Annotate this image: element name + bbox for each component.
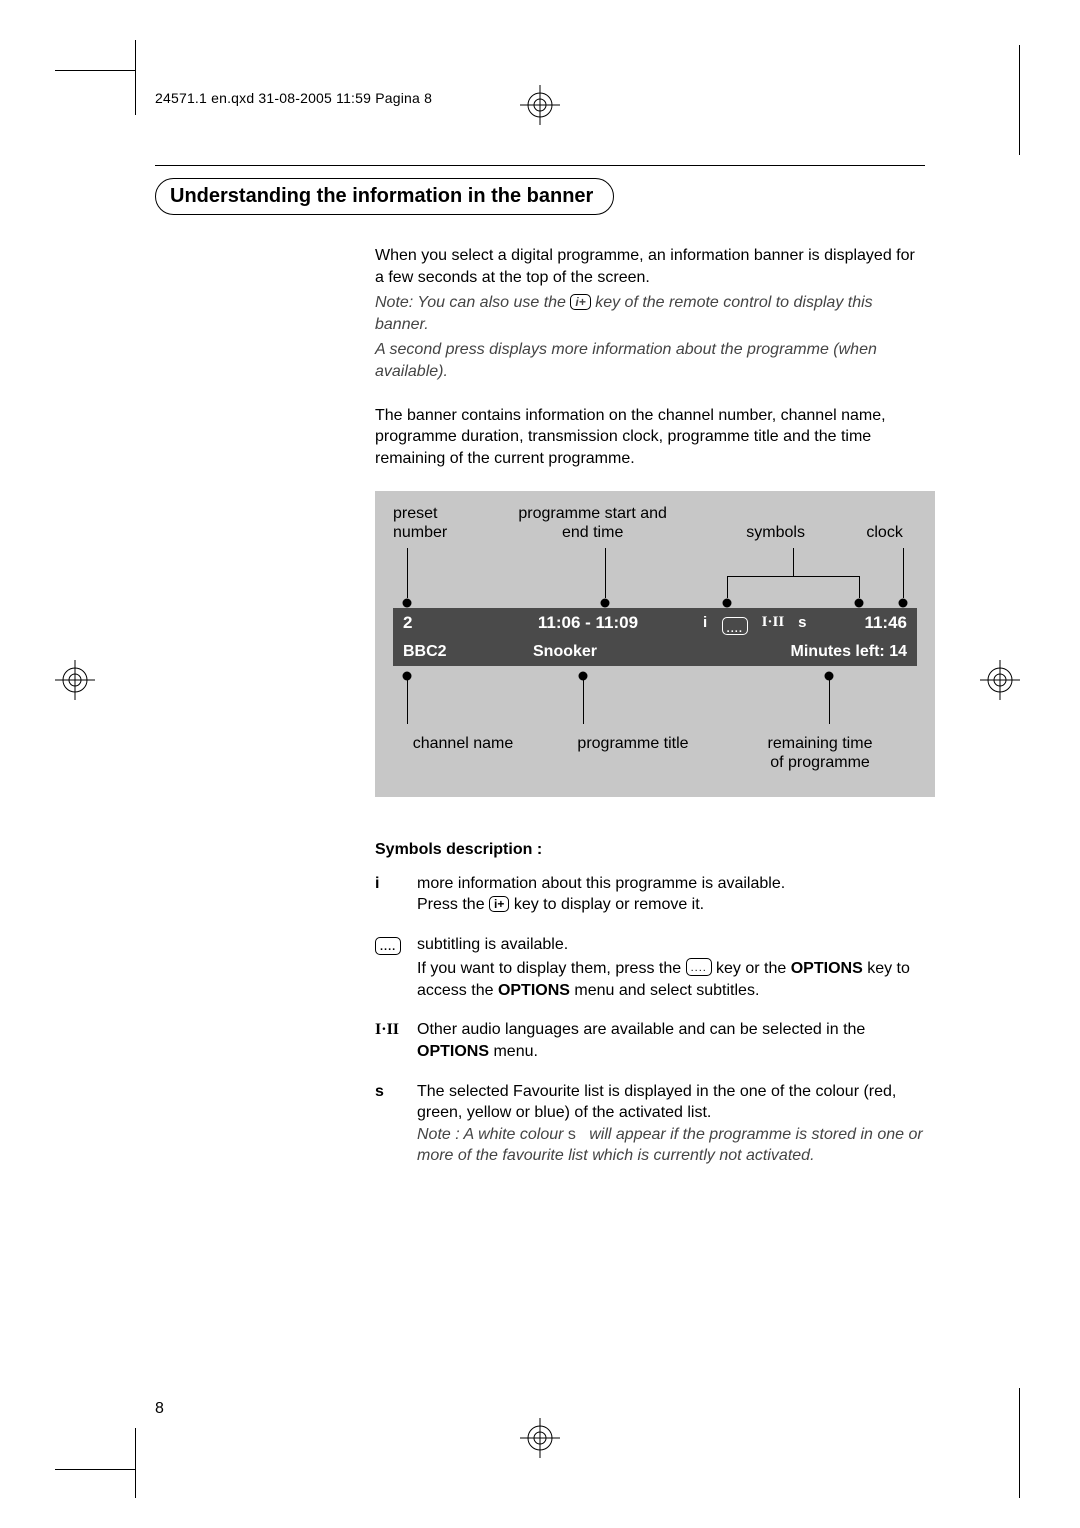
trim-line [1019, 1388, 1020, 1498]
symbol-subtitle-desc: subtitling is available. If you want to … [417, 934, 935, 1002]
label-symbols: symbols [746, 524, 805, 542]
label-preset: preset number [393, 505, 476, 542]
banner-remaining: Minutes left: 14 [733, 643, 917, 661]
text: If you want to display them, press the [417, 960, 686, 977]
note-text: Note : A white colour [417, 1126, 568, 1143]
banner-figure: preset number programme start and end ti… [375, 491, 935, 796]
i-plus-icon: i+ [489, 896, 509, 912]
symbol-subtitle-label [375, 934, 417, 1002]
banner-sym-s: s [798, 614, 807, 632]
trim-line [135, 40, 136, 115]
text: more information about this programme is… [417, 875, 785, 892]
connector-lines-bottom [393, 670, 917, 730]
trim-line [1019, 45, 1020, 155]
label-remaining-2: of programme [770, 754, 870, 771]
text-bold: OPTIONS [498, 982, 570, 999]
banner-title: Snooker [533, 643, 733, 661]
subtitle-icon [722, 617, 748, 635]
symbol-audio-desc: Other audio languages are available and … [417, 1019, 935, 1062]
banner-description: The banner contains information on the c… [375, 405, 925, 470]
trim-line [135, 1428, 136, 1498]
symbol-i-label: i [375, 873, 417, 916]
registration-mark-icon [980, 660, 1020, 700]
s-glyph: s [568, 1126, 576, 1143]
trim-line [55, 1469, 135, 1470]
text: menu and select subtitles. [574, 982, 759, 999]
banner-time: 11:06 - 11:09 [493, 613, 683, 633]
trim-line [55, 70, 135, 71]
text: menu. [493, 1043, 537, 1060]
symbol-fav-desc: The selected Favourite list is displayed… [417, 1081, 935, 1167]
text: subtitling is available. [417, 936, 568, 953]
horizontal-rule [155, 165, 925, 166]
banner-channel: BBC2 [393, 643, 533, 661]
section-title: Understanding the information in the ban… [155, 178, 614, 215]
note-text: Note: You can also use the [375, 294, 570, 311]
intro-note-2: A second press displays more information… [375, 339, 925, 382]
label-remaining-1: remaining time [768, 735, 873, 752]
symbol-fav-label: s [375, 1081, 417, 1167]
symbol-audio-label: I·II [375, 1019, 417, 1062]
text: key to display or remove it. [514, 896, 704, 913]
registration-mark-icon [55, 660, 95, 700]
banner-clock: 11:46 [827, 613, 917, 633]
print-header: 24571.1 en.qxd 31-08-2005 11:59 Pagina 8 [155, 90, 432, 106]
i-plus-icon: i+ [570, 294, 590, 310]
label-time: programme start and end time [516, 505, 669, 542]
label-programme-title: programme title [577, 735, 688, 752]
text-bold: OPTIONS [791, 960, 863, 977]
text: Press the [417, 896, 489, 913]
intro-paragraph: When you select a digital programme, an … [375, 245, 925, 288]
text: Other audio languages are available and … [417, 1021, 865, 1038]
connector-lines [393, 548, 917, 608]
intro-note: Note: You can also use the i+ key of the… [375, 292, 925, 335]
info-banner: 2 11:06 - 11:09 i I·II s 11:46 BBC2 Snoo… [393, 608, 917, 666]
subtitle-icon [375, 937, 401, 955]
text: key or the [716, 960, 791, 977]
banner-sym-i: i [703, 614, 708, 632]
registration-mark-icon [520, 85, 560, 125]
banner-preset: 2 [393, 613, 493, 633]
symbols-heading: Symbols description : [375, 841, 935, 859]
text: The selected Favourite list is displayed… [417, 1083, 896, 1122]
label-channel-name: channel name [413, 735, 514, 752]
symbol-i-desc: more information about this programme is… [417, 873, 935, 916]
banner-sym-iii: I·II [762, 614, 785, 632]
page-number: 8 [155, 1400, 164, 1418]
label-clock: clock [866, 524, 902, 542]
subtitle-icon [686, 958, 712, 976]
text-bold: OPTIONS [417, 1043, 489, 1060]
registration-mark-icon [520, 1418, 560, 1458]
